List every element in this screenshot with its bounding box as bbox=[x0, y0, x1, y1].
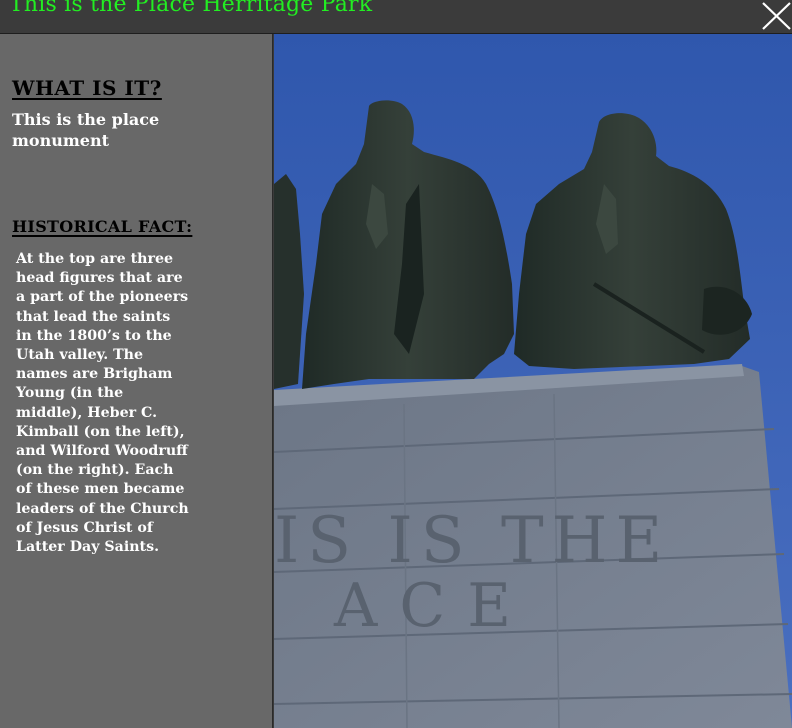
monument-photo: IS IS THE ACE bbox=[274, 34, 792, 728]
close-button[interactable] bbox=[760, 1, 792, 31]
inscription-line2: ACE bbox=[333, 571, 533, 641]
monument-image: IS IS THE ACE bbox=[274, 34, 792, 728]
app-window: This is the Place Herritage Park WHAT IS… bbox=[0, 0, 792, 728]
historical-fact-text: At the top are three head figures that a… bbox=[16, 251, 189, 556]
title-bar: This is the Place Herritage Park bbox=[0, 0, 792, 34]
window-title: This is the Place Herritage Park bbox=[9, 0, 373, 17]
close-icon bbox=[762, 2, 791, 30]
historical-fact-heading: HISTORICAL FACT: bbox=[12, 217, 193, 236]
what-is-it-text: This is the place monument bbox=[12, 110, 160, 150]
inscription-line1: IS IS THE bbox=[274, 504, 670, 578]
info-sidebar: WHAT IS IT? This is the place monument H… bbox=[0, 34, 273, 728]
what-is-it-heading: WHAT IS IT? bbox=[12, 76, 162, 100]
